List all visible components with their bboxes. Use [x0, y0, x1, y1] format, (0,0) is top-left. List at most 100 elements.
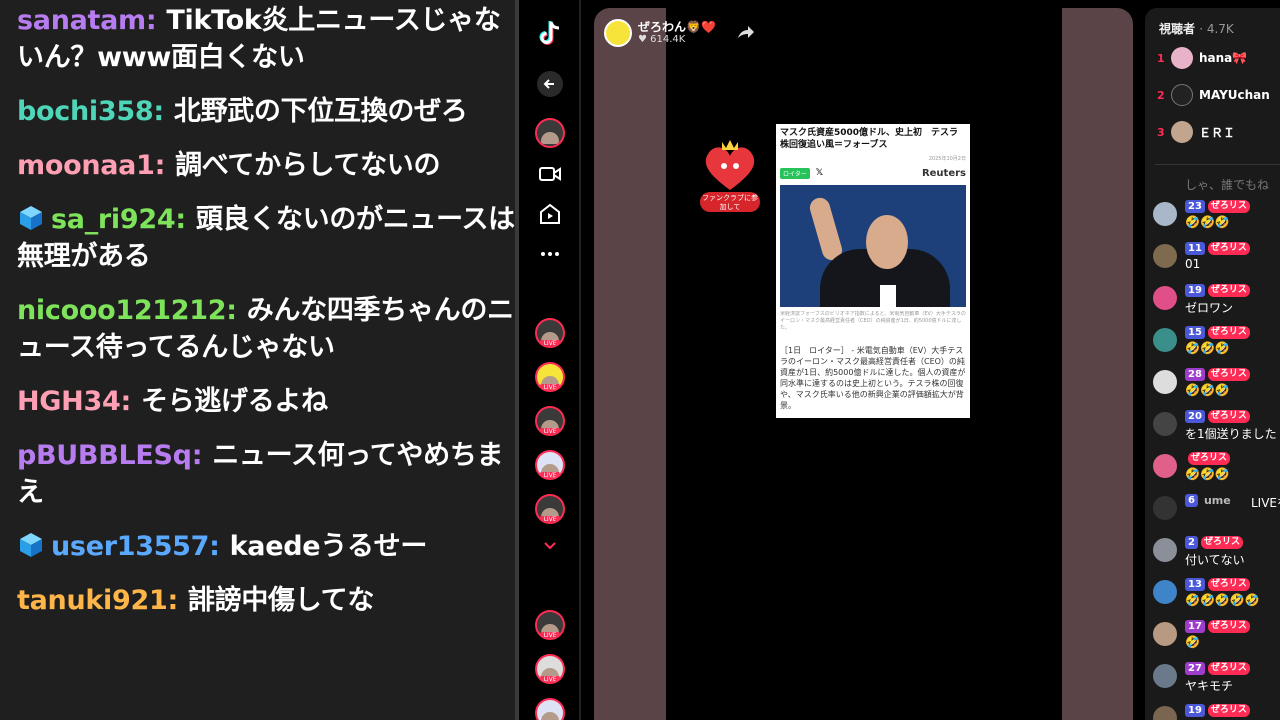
- avatar[interactable]: [1153, 412, 1177, 436]
- avatar[interactable]: [1153, 454, 1177, 478]
- news-title: マスク氏資産5000億ドル、史上初 テスラ株回復追い風＝フォーブス: [780, 128, 959, 150]
- chat-separator: :: [153, 96, 164, 127]
- top-viewer-1[interactable]: 1 hana🎀: [1157, 46, 1247, 70]
- fanclub-badge: ぜろリス: [1188, 452, 1231, 465]
- profile-avatar[interactable]: [535, 118, 565, 148]
- rank-number: 2: [1157, 88, 1165, 102]
- viewer-count: · 4.7K: [1199, 22, 1234, 36]
- live-avatar-7[interactable]: [535, 654, 565, 684]
- fanclub-badge: ぜろリス: [1207, 578, 1250, 591]
- cube-icon: [17, 531, 45, 559]
- chat-username[interactable]: bochi358: [17, 96, 154, 127]
- heart-icon: [705, 140, 755, 190]
- chat-separator: :: [145, 5, 157, 36]
- live-stream-player[interactable]: ぜろわん🦁❤️ ♥ 614.4K ファンクラブに参加して マスク氏資産5000億…: [594, 8, 1133, 720]
- chat-text: 誹謗中傷してな: [187, 585, 375, 616]
- more-options-icon[interactable]: [536, 240, 564, 268]
- level-badge: 23: [1185, 200, 1205, 213]
- viewers-label: 視聴者: [1159, 22, 1196, 36]
- level-badge: 11: [1185, 242, 1205, 255]
- avatar: [1171, 47, 1193, 69]
- chat-message: nicooo121212: みんな四季ちゃんのニュース待ってるんじゃない: [17, 292, 515, 366]
- chat-text: 調べてからしてないの: [175, 150, 441, 181]
- chat-username[interactable]: pBUBBLESq: [17, 440, 192, 471]
- host-info[interactable]: ぜろわん🦁❤️ ♥ 614.4K: [604, 18, 716, 48]
- chat-message: user13557: kaedeうるせー: [17, 528, 515, 565]
- level-badge: 2: [1185, 536, 1198, 549]
- fanclub-sticker[interactable]: ファンクラブに参加して: [698, 136, 762, 214]
- top-viewer-3[interactable]: 3 ＥＲＩ: [1157, 120, 1235, 144]
- chat-message: sanatam: TikTok炎上ニュースじゃないん？www面白くない: [17, 2, 515, 76]
- level-badge: 19: [1185, 704, 1205, 717]
- chat-username[interactable]: user13557: [51, 531, 209, 562]
- news-article-card: マスク氏資産5000億ドル、史上初 テスラ株回復追い風＝フォーブス 2025年1…: [776, 124, 970, 418]
- chat-message: tanuki921: 誹謗中傷してな: [17, 582, 515, 619]
- viewer-panel: 視聴者 · 4.7K 1 hana🎀 2 MAYUchan 3 ＥＲＩ しゃ、誰…: [1145, 8, 1280, 720]
- x-share-icon: 𝕏: [815, 168, 824, 178]
- comment-text: LIVEを: [1251, 496, 1280, 510]
- chat-text: kaedeうるせー: [229, 531, 428, 562]
- tiktok-nav-rail: [519, 0, 579, 720]
- chat-username[interactable]: HGH34: [17, 386, 121, 417]
- host-name: ぜろわん🦁❤️: [638, 20, 716, 34]
- comment-text: 🤣🤣🤣: [1185, 341, 1230, 355]
- viewers-header[interactable]: 視聴者 · 4.7K: [1159, 20, 1234, 37]
- news-photo: [780, 185, 966, 307]
- video-camera-icon[interactable]: [536, 160, 564, 188]
- news-caption: 米経済誌フォーブスのビリオネア指数によると、米電気自動車（EV）大手テスラのイー…: [780, 311, 966, 331]
- top-viewer-name: hana🎀: [1199, 51, 1248, 65]
- fanclub-badge: ぜろリス: [1207, 242, 1250, 255]
- chat-username[interactable]: sa_ri924: [51, 204, 176, 235]
- comment-text: を1個送りました: [1185, 427, 1277, 441]
- host-avatar[interactable]: [604, 19, 632, 47]
- back-arrow-icon[interactable]: [536, 70, 564, 98]
- faded-comment: しゃ、誰でもね: [1185, 178, 1270, 192]
- news-body: ［1日 ロイター］ - 米電気自動車（EV）大手テスラのイーロン・マスク最高経営…: [780, 346, 966, 409]
- level-badge: 27: [1185, 662, 1205, 675]
- avatar[interactable]: [1153, 202, 1177, 226]
- fanclub-badge: ぜろリス: [1207, 662, 1250, 675]
- live-avatar-3[interactable]: [535, 406, 565, 436]
- avatar[interactable]: [1153, 706, 1177, 720]
- live-home-icon[interactable]: [536, 200, 564, 228]
- chat-username[interactable]: sanatam: [17, 5, 146, 36]
- level-badge: 19: [1185, 284, 1205, 297]
- chat-username[interactable]: moonaa1: [17, 150, 155, 181]
- live-avatar-6[interactable]: [535, 610, 565, 640]
- chat-separator: :: [209, 531, 220, 562]
- avatar[interactable]: [1153, 244, 1177, 268]
- avatar[interactable]: [1153, 286, 1177, 310]
- chat-text: 北野武の下位互換のぜろ: [173, 96, 468, 127]
- chevron-down-icon[interactable]: [536, 532, 564, 560]
- avatar[interactable]: [1153, 664, 1177, 688]
- live-avatar-2[interactable]: [535, 362, 565, 392]
- live-avatar-4[interactable]: [535, 450, 565, 480]
- avatar[interactable]: [1153, 538, 1177, 562]
- fanclub-badge: ぜろリス: [1207, 620, 1250, 633]
- tiktok-logo-icon[interactable]: [536, 20, 564, 48]
- comment-text: 🤣🤣🤣: [1185, 383, 1230, 397]
- share-icon[interactable]: [734, 22, 756, 44]
- live-avatar-1[interactable]: [535, 318, 565, 348]
- chat-username[interactable]: tanuki921: [17, 585, 168, 616]
- avatar[interactable]: [1153, 328, 1177, 352]
- avatar[interactable]: [1153, 496, 1177, 520]
- avatar[interactable]: [1153, 370, 1177, 394]
- level-badge: 15: [1185, 326, 1205, 339]
- chat-text: そら逃げるよね: [140, 386, 328, 417]
- avatar[interactable]: [1153, 580, 1177, 604]
- live-avatar-8[interactable]: [535, 698, 565, 720]
- fanclub-badge: ぜろリス: [1207, 200, 1250, 213]
- fanclub-badge: ぜろリス: [1200, 536, 1243, 549]
- top-viewer-2[interactable]: 2 MAYUchan: [1157, 83, 1270, 107]
- comment-text: 🤣🤣🤣: [1185, 215, 1230, 229]
- live-avatar-5[interactable]: [535, 494, 565, 524]
- level-badge: 17: [1185, 620, 1205, 633]
- fanclub-label: ファンクラブに参加して: [700, 192, 760, 212]
- chat-separator: :: [167, 585, 178, 616]
- fanclub-badge: ume: [1203, 494, 1231, 507]
- chat-message: moonaa1: 調べてからしてないの: [17, 147, 515, 184]
- chat-username[interactable]: nicooo121212: [17, 295, 227, 326]
- avatar[interactable]: [1153, 622, 1177, 646]
- cube-icon: [17, 204, 45, 232]
